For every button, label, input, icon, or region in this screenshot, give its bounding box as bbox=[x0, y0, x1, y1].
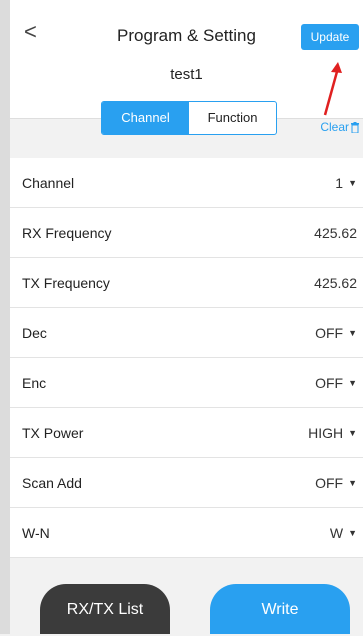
setting-value[interactable]: OFF ▼ bbox=[315, 325, 357, 341]
setting-value[interactable]: W ▼ bbox=[330, 525, 357, 541]
trash-icon bbox=[351, 121, 359, 133]
setting-value[interactable]: HIGH ▼ bbox=[308, 425, 357, 441]
setting-label: Enc bbox=[22, 374, 47, 391]
setting-value[interactable]: 425.62 bbox=[314, 225, 357, 241]
setting-value-text: OFF bbox=[315, 324, 344, 341]
annotation-arrow-icon bbox=[323, 62, 342, 116]
update-button[interactable]: Update bbox=[301, 24, 359, 50]
setting-label: TX Frequency bbox=[22, 274, 110, 291]
setting-row-w-n[interactable]: W-N W ▼ bbox=[10, 508, 363, 558]
caret-down-icon: ▼ bbox=[348, 477, 357, 488]
device-edge bbox=[0, 0, 10, 634]
tab-switcher: Channel Function bbox=[101, 101, 277, 135]
setting-value-text: 425.62 bbox=[314, 274, 357, 291]
caret-down-icon: ▼ bbox=[348, 177, 357, 188]
setting-row-rx-frequency[interactable]: RX Frequency 425.62 bbox=[10, 208, 363, 258]
setting-label: TX Power bbox=[22, 424, 84, 441]
clear-label: Clear bbox=[320, 120, 349, 134]
setting-value-text: W bbox=[329, 524, 344, 541]
clear-button[interactable]: Clear bbox=[320, 120, 359, 134]
setting-row-dec[interactable]: Dec OFF ▼ bbox=[10, 308, 363, 358]
setting-row-enc[interactable]: Enc OFF ▼ bbox=[10, 358, 363, 408]
caret-down-icon: ▼ bbox=[348, 377, 357, 388]
setting-label: RX Frequency bbox=[22, 224, 112, 241]
setting-value[interactable]: OFF ▼ bbox=[315, 475, 357, 491]
setting-row-scan-add[interactable]: Scan Add OFF ▼ bbox=[10, 458, 363, 508]
setting-label: Dec bbox=[22, 324, 47, 341]
setting-value[interactable]: 1 ▼ bbox=[335, 175, 357, 191]
setting-row-tx-power[interactable]: TX Power HIGH ▼ bbox=[10, 408, 363, 458]
setting-value[interactable]: 425.62 bbox=[314, 275, 357, 291]
write-button[interactable]: Write bbox=[210, 584, 350, 634]
caret-down-icon: ▼ bbox=[348, 527, 357, 538]
setting-value-text: HIGH bbox=[308, 424, 344, 441]
settings-list: Channel 1 ▼ RX Frequency 425.62 TX Frequ… bbox=[10, 158, 363, 558]
setting-row-channel[interactable]: Channel 1 ▼ bbox=[10, 158, 363, 208]
setting-value[interactable]: OFF ▼ bbox=[315, 375, 357, 391]
rxtx-list-button[interactable]: RX/TX List bbox=[40, 584, 170, 634]
bottom-bar: RX/TX List Write bbox=[10, 584, 363, 634]
tab-function[interactable]: Function bbox=[189, 102, 276, 134]
setting-value-text: OFF bbox=[315, 474, 344, 491]
setting-value-text: 425.62 bbox=[314, 224, 357, 241]
setting-label: Channel bbox=[22, 174, 75, 191]
caret-down-icon: ▼ bbox=[348, 427, 357, 438]
setting-label: Scan Add bbox=[22, 474, 82, 491]
setting-row-tx-frequency[interactable]: TX Frequency 425.62 bbox=[10, 258, 363, 308]
caret-down-icon: ▼ bbox=[348, 327, 357, 338]
tab-channel[interactable]: Channel bbox=[102, 102, 189, 134]
setting-value-text: 1 bbox=[335, 174, 344, 191]
setting-value-text: OFF bbox=[315, 374, 344, 391]
setting-label: W-N bbox=[22, 524, 50, 541]
